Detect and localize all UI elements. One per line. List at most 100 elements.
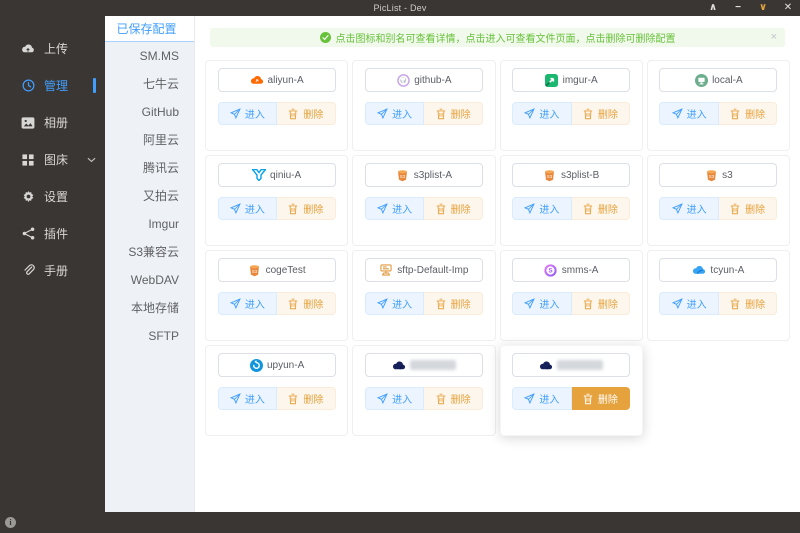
delete-button[interactable]: 删除 xyxy=(277,197,336,220)
sidebar-item-plugins[interactable]: 插件 xyxy=(0,215,105,252)
delete-button[interactable]: 删除 xyxy=(719,197,778,220)
storage-name-box[interactable] xyxy=(365,353,483,377)
enter-button[interactable]: 进入 xyxy=(365,387,425,410)
storage-card-s3plist-B: S3s3plist-B 进入删除 xyxy=(500,155,643,246)
delete-button[interactable]: 删除 xyxy=(572,197,631,220)
tcyun-icon xyxy=(692,263,706,277)
storage-name: cogeTest xyxy=(266,265,306,276)
sidebar-item-manage[interactable]: 管理 xyxy=(0,67,105,104)
enter-button[interactable]: 进入 xyxy=(365,197,425,220)
enter-button[interactable]: 进入 xyxy=(218,102,278,125)
storage-sidebar-item-sftp[interactable]: SFTP xyxy=(105,322,194,350)
delete-button[interactable]: 删除 xyxy=(424,102,483,125)
trash-icon xyxy=(583,298,594,309)
enter-button[interactable]: 进入 xyxy=(512,102,572,125)
storage-sidebar-item-smms[interactable]: SM.MS xyxy=(105,42,194,70)
storage-sidebar-item-saved-config[interactable]: 已保存配置 xyxy=(105,16,194,42)
storage-name-box[interactable]: github-A xyxy=(365,68,483,92)
enter-button-label: 进入 xyxy=(245,201,265,216)
sidebar-item-upload[interactable]: 上传 xyxy=(0,30,105,67)
delete-button[interactable]: 删除 xyxy=(424,292,483,315)
storage-card-imgur-A: imgur-A 进入删除 xyxy=(500,60,643,151)
paperclip-icon xyxy=(21,264,35,278)
storage-name-box[interactable]: aliyun-A xyxy=(218,68,336,92)
delete-button[interactable]: 删除 xyxy=(424,387,483,410)
info-icon[interactable]: i xyxy=(5,517,16,528)
enter-button[interactable]: 进入 xyxy=(659,197,719,220)
enter-button[interactable]: 进入 xyxy=(218,197,278,220)
chevron-up-icon[interactable]: ∧ xyxy=(707,0,719,16)
storage-name-box[interactable]: upyun-A xyxy=(218,353,336,377)
card-button-group: 进入删除 xyxy=(512,102,630,125)
card-button-group: 进入删除 xyxy=(512,292,630,315)
delete-button-label: 删除 xyxy=(303,391,323,406)
minimize-icon[interactable]: − xyxy=(732,0,744,16)
sidebar-item-manual[interactable]: 手册 xyxy=(0,252,105,289)
delete-button[interactable]: 删除 xyxy=(277,102,336,125)
storage-sidebar-item-aliyun[interactable]: 阿里云 xyxy=(105,126,194,154)
card-button-group: 进入删除 xyxy=(512,387,630,410)
chevron-down-icon[interactable]: ∨ xyxy=(757,0,769,16)
card-button-group: 进入删除 xyxy=(659,197,777,220)
sidebar-item-gallery[interactable]: 图床 xyxy=(0,141,105,178)
close-icon[interactable]: ✕ xyxy=(782,0,794,16)
storage-sidebar-item-qiniu[interactable]: 七牛云 xyxy=(105,70,194,98)
storage-sidebar-item-imgur[interactable]: Imgur xyxy=(105,210,194,238)
delete-button-label: 删除 xyxy=(745,106,765,121)
enter-button[interactable]: 进入 xyxy=(218,387,278,410)
storage-name-box[interactable]: Ssmms-A xyxy=(512,258,630,282)
trash-icon xyxy=(583,393,594,404)
storage-sidebar-item-s3[interactable]: S3兼容云 xyxy=(105,238,194,266)
storage-sidebar-item-upyun[interactable]: 又拍云 xyxy=(105,182,194,210)
enter-button[interactable]: 进入 xyxy=(512,197,572,220)
notice-close-icon[interactable]: × xyxy=(771,31,777,43)
delete-button[interactable]: 删除 xyxy=(277,292,336,315)
qiniu-icon xyxy=(252,168,266,182)
storage-name-box[interactable]: sftp-Default-Imp xyxy=(365,258,483,282)
enter-button[interactable]: 进入 xyxy=(659,292,719,315)
card-button-group: 进入删除 xyxy=(218,102,336,125)
sidebar-item-album[interactable]: 相册 xyxy=(0,104,105,141)
storage-sidebar-item-webdav[interactable]: WebDAV xyxy=(105,266,194,294)
delete-button[interactable]: 删除 xyxy=(277,387,336,410)
sftp-icon xyxy=(379,263,393,277)
sidebar-item-settings[interactable]: 设置 xyxy=(0,178,105,215)
dark-cloud-icon xyxy=(539,358,553,372)
trash-icon xyxy=(730,298,741,309)
storage-name-box[interactable]: imgur-A xyxy=(512,68,630,92)
storage-name-box[interactable]: tcyun-A xyxy=(659,258,777,282)
delete-button[interactable]: 删除 xyxy=(424,197,483,220)
storage-sidebar-item-github[interactable]: GitHub xyxy=(105,98,194,126)
delete-button[interactable]: 删除 xyxy=(719,102,778,125)
enter-button[interactable]: 进入 xyxy=(659,102,719,125)
enter-button[interactable]: 进入 xyxy=(512,387,572,410)
enter-button[interactable]: 进入 xyxy=(365,102,425,125)
sidebar-item-label: 插件 xyxy=(44,225,68,242)
svg-text:S3: S3 xyxy=(708,173,714,178)
enter-button-label: 进入 xyxy=(687,296,707,311)
storage-name-box[interactable] xyxy=(512,353,630,377)
delete-button[interactable]: 删除 xyxy=(572,292,631,315)
delete-button[interactable]: 删除 xyxy=(572,102,631,125)
storage-name-box[interactable]: S3s3plist-B xyxy=(512,163,630,187)
delete-button[interactable]: 删除 xyxy=(719,292,778,315)
storage-name-box[interactable]: S3cogeTest xyxy=(218,258,336,282)
delete-button-label: 删除 xyxy=(451,201,471,216)
status-bar: i xyxy=(0,512,800,533)
storage-name-box[interactable]: local-A xyxy=(659,68,777,92)
storage-sidebar-item-local[interactable]: 本地存储 xyxy=(105,294,194,322)
card-button-group: 进入删除 xyxy=(365,387,483,410)
delete-button[interactable]: 删除 xyxy=(572,387,631,410)
enter-icon xyxy=(230,203,241,214)
storage-name-box[interactable]: qiniu-A xyxy=(218,163,336,187)
enter-button[interactable]: 进入 xyxy=(218,292,278,315)
storage-name-box[interactable]: S3s3plist-A xyxy=(365,163,483,187)
storage-name-box[interactable]: S3s3 xyxy=(659,163,777,187)
enter-icon xyxy=(672,108,683,119)
enter-button[interactable]: 进入 xyxy=(512,292,572,315)
enter-button[interactable]: 进入 xyxy=(365,292,425,315)
local-icon xyxy=(694,73,708,87)
check-circle-icon xyxy=(320,32,331,43)
card-button-group: 进入删除 xyxy=(218,197,336,220)
storage-sidebar-item-tencent[interactable]: 腾讯云 xyxy=(105,154,194,182)
